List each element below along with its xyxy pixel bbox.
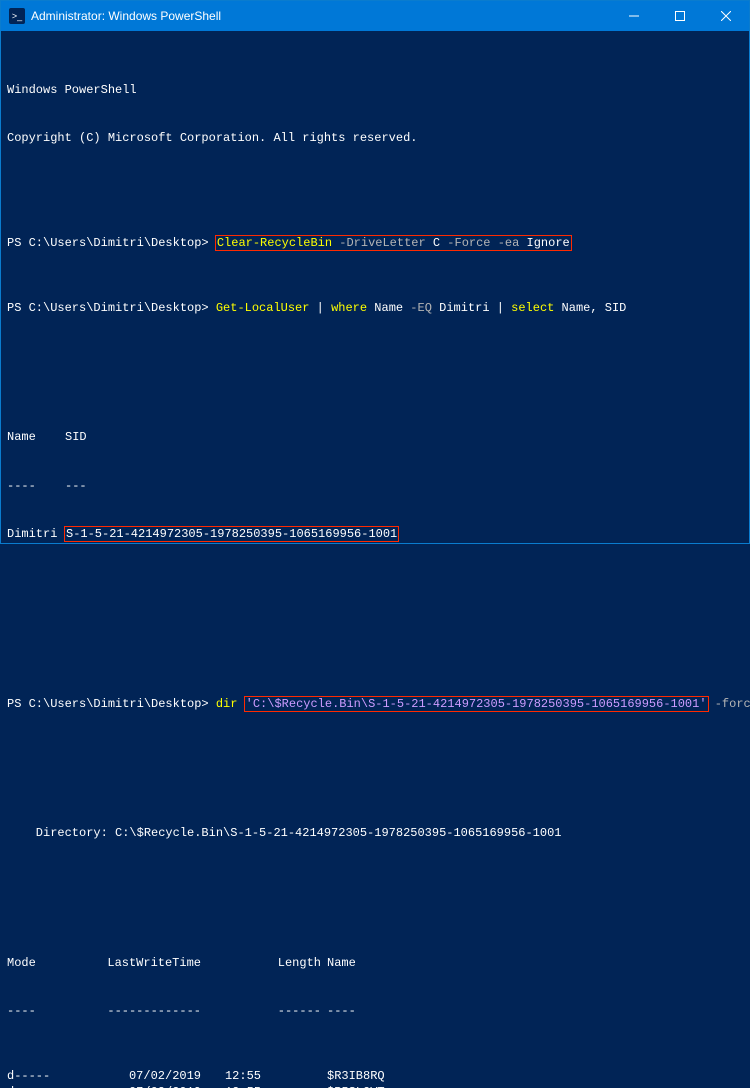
highlight-box: S-1-5-21-4214972305-1978250395-106516995… xyxy=(64,526,399,542)
close-button[interactable] xyxy=(703,1,749,31)
listing-header: Mode LastWriteTime Length Name xyxy=(7,955,743,971)
listing-header-rule: ---- ------------- ------ ---- xyxy=(7,1003,743,1019)
table-header-rule: ------- xyxy=(7,478,743,494)
banner-line: Windows PowerShell xyxy=(7,82,743,98)
powershell-icon: >_ xyxy=(9,8,25,24)
highlight-box: Clear-RecycleBin -DriveLetter C -Force -… xyxy=(215,235,572,251)
window-title: Administrator: Windows PowerShell xyxy=(31,8,221,24)
terminal-output[interactable]: Windows PowerShell Copyright (C) Microso… xyxy=(1,31,749,1088)
directory-header: Directory: C:\$Recycle.Bin\S-1-5-21-4214… xyxy=(7,825,743,841)
prompt-line: PS C:\Users\Dimitri\Desktop> dir 'C:\$Re… xyxy=(7,696,743,712)
highlight-box: 'C:\$Recycle.Bin\S-1-5-21-4214972305-197… xyxy=(244,696,709,712)
minimize-button[interactable] xyxy=(611,1,657,31)
table-row: DimitriS-1-5-21-4214972305-1978250395-10… xyxy=(7,526,743,542)
prompt-line: PS C:\Users\Dimitri\Desktop> Clear-Recyc… xyxy=(7,235,743,251)
listing-row: d-----07/02/201912:55$R3IB8RQ xyxy=(7,1068,743,1084)
table-header: NameSID xyxy=(7,429,743,445)
window-titlebar: >_ Administrator: Windows PowerShell xyxy=(1,1,749,31)
banner-line: Copyright (C) Microsoft Corporation. All… xyxy=(7,130,743,146)
prompt-line: PS C:\Users\Dimitri\Desktop> Get-LocalUs… xyxy=(7,300,743,316)
listing-row: d-----07/02/201912:55$R5SLOVT xyxy=(7,1084,743,1088)
maximize-button[interactable] xyxy=(657,1,703,31)
